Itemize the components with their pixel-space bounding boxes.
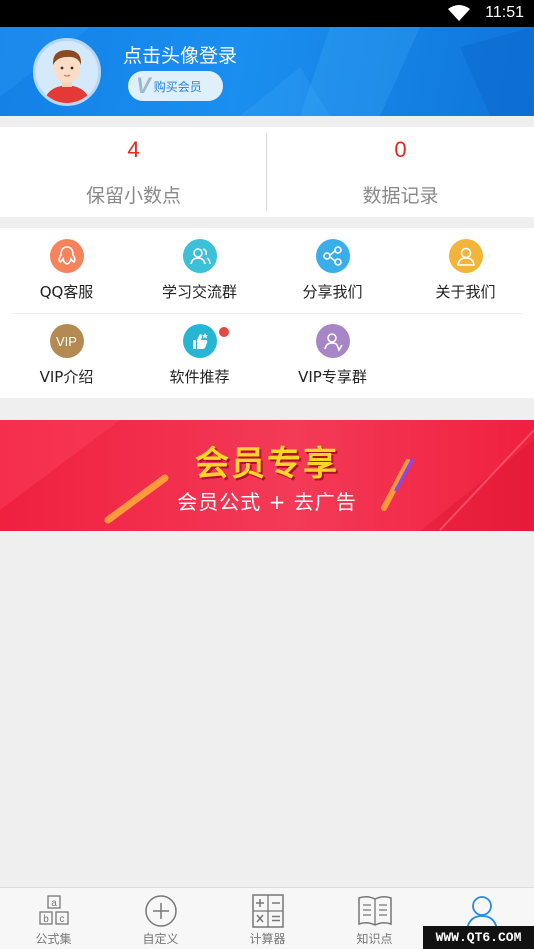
add-circle-icon xyxy=(144,895,177,927)
new-badge xyxy=(219,327,229,337)
letter-b: b xyxy=(43,914,49,925)
grid-item-label: 学习交流群 xyxy=(161,283,237,301)
vip-icon: VIP xyxy=(49,324,84,358)
grid-item-label: VIP介绍 xyxy=(39,368,94,386)
grid-item-label: 分享我们 xyxy=(302,283,363,301)
avatar[interactable] xyxy=(33,38,101,106)
grid-item-label: VIP专享群 xyxy=(298,368,367,386)
vip-promo-banner[interactable]: 会员专享 会员公式 + 去广告 xyxy=(0,420,534,531)
data-records-stat[interactable]: 0 数据记录 xyxy=(267,127,534,217)
banner-subtitle: 会员公式 + 去广告 xyxy=(177,490,357,514)
grid-item-software-recommend[interactable]: 软件推荐 xyxy=(133,313,266,398)
letter-c: c xyxy=(59,914,64,925)
stat-value: 0 xyxy=(394,137,407,162)
status-bar: 11:51 xyxy=(0,0,534,27)
vip-group-icon xyxy=(315,324,350,358)
formula-set-icon: a b c xyxy=(38,895,69,925)
stat-value: 4 xyxy=(127,137,140,162)
grid-item-vip-group[interactable]: VIP专享群 xyxy=(266,313,399,398)
buy-vip-button[interactable]: V 购买会员 xyxy=(128,71,223,101)
login-prompt[interactable]: 点击头像登录 xyxy=(123,41,237,68)
vip-v-icon: V xyxy=(136,73,151,98)
share-icon xyxy=(315,239,350,273)
watermark: WWW.QT6.COM xyxy=(423,926,534,949)
book-icon xyxy=(357,895,392,926)
grid-item-label: 软件推荐 xyxy=(169,368,230,386)
stats-panel: 4 保留小数点 0 数据记录 xyxy=(0,127,534,217)
grid-item-label: QQ客服 xyxy=(39,283,94,301)
grid-item-qq-service[interactable]: QQ客服 xyxy=(0,228,133,313)
about-icon xyxy=(448,239,483,273)
tab-label: 知识点 xyxy=(356,932,393,946)
qq-icon xyxy=(49,239,84,273)
grid-item-share[interactable]: 分享我们 xyxy=(266,228,399,313)
feature-grid: QQ客服 学习交流群 分享我们 关于我们 VIP VIP介绍 软件推荐 VIP专 xyxy=(0,228,534,398)
stat-label: 数据记录 xyxy=(362,185,439,207)
calculator-icon xyxy=(251,894,284,928)
tab-label: 自定义 xyxy=(142,932,179,946)
grid-item-about[interactable]: 关于我们 xyxy=(399,228,532,313)
banner-title: 会员专享 xyxy=(195,444,339,484)
decimal-places-stat[interactable]: 4 保留小数点 xyxy=(0,127,267,217)
user-icon xyxy=(465,896,498,928)
tab-custom[interactable]: 自定义 xyxy=(107,888,214,949)
profile-header: 点击头像登录 V 购买会员 xyxy=(0,27,534,116)
letter-a: a xyxy=(51,898,57,909)
grid-item-study-group[interactable]: 学习交流群 xyxy=(133,228,266,313)
tab-label: 公式集 xyxy=(35,932,72,946)
status-time: 11:51 xyxy=(485,4,524,21)
tab-calculator[interactable]: 计算器 xyxy=(214,888,321,949)
avatar-boy-icon xyxy=(36,41,98,103)
thumbs-up-icon xyxy=(182,324,217,358)
wifi-icon xyxy=(448,5,470,21)
tab-formula-set[interactable]: a b c 公式集 xyxy=(0,888,107,949)
tab-label: 计算器 xyxy=(249,932,286,946)
grid-item-label: 关于我们 xyxy=(435,283,496,301)
buy-vip-label: 购买会员 xyxy=(153,79,202,94)
stat-label: 保留小数点 xyxy=(85,185,181,207)
grid-item-vip-intro[interactable]: VIP VIP介绍 xyxy=(0,313,133,398)
group-icon xyxy=(182,239,217,273)
tab-knowledge[interactable]: 知识点 xyxy=(321,888,428,949)
